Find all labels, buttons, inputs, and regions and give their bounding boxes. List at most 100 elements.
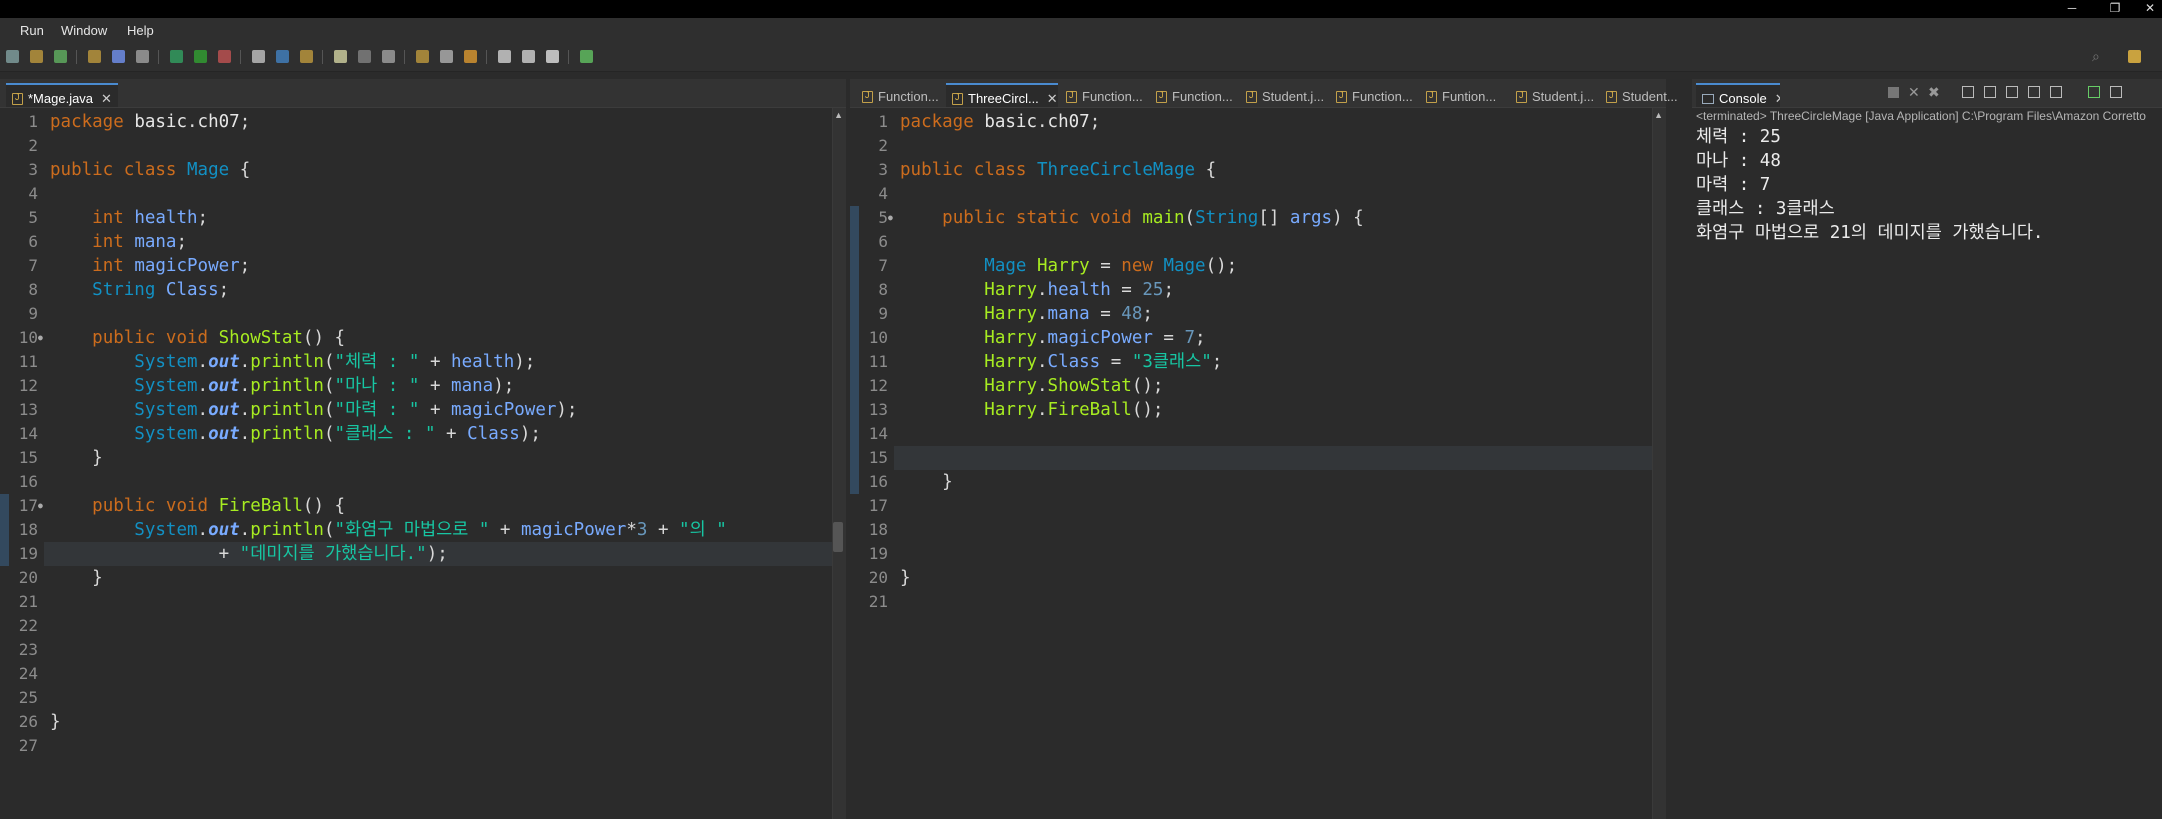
- code-line[interactable]: 2: [0, 134, 832, 158]
- search-icon[interactable]: ⌕: [2092, 48, 2100, 65]
- code-line[interactable]: 2: [850, 134, 1652, 158]
- code-line[interactable]: 3 public class ThreeCircleMage {: [850, 158, 1652, 182]
- code-line[interactable]: 12 Harry.ShowStat();: [850, 374, 1652, 398]
- code-line[interactable]: 22: [0, 614, 832, 638]
- toolbar-button-icon[interactable]: [88, 50, 101, 63]
- tab-console[interactable]: Console✕: [1696, 83, 1780, 107]
- code-line[interactable]: 14: [850, 422, 1652, 446]
- toolbar-button-icon[interactable]: [416, 50, 429, 63]
- minimize-icon[interactable]: ─: [2052, 0, 2092, 18]
- pin-console-icon[interactable]: [2006, 86, 2018, 98]
- toolbar-button-icon[interactable]: [440, 50, 453, 63]
- code-line[interactable]: 6: [850, 230, 1652, 254]
- code-line[interactable]: 3 public class Mage {: [0, 158, 832, 182]
- close-tab-icon[interactable]: ✕: [1047, 91, 1058, 106]
- menu-window[interactable]: Window: [61, 23, 107, 38]
- code-line[interactable]: 4: [850, 182, 1652, 206]
- middle-vertical-scrollbar[interactable]: ▲: [1652, 108, 1666, 819]
- code-line[interactable]: 9: [0, 302, 832, 326]
- toolbar-button-icon[interactable]: [300, 50, 313, 63]
- minimize-view-icon[interactable]: [2110, 86, 2122, 98]
- code-line[interactable]: 13 Harry.FireBall();: [850, 398, 1652, 422]
- menu-help[interactable]: Help: [127, 23, 154, 38]
- show-console-icon[interactable]: [2028, 86, 2040, 98]
- code-line[interactable]: 7 int magicPower;: [0, 254, 832, 278]
- code-line[interactable]: 24: [0, 662, 832, 686]
- code-line[interactable]: 8 Harry.health = 25;: [850, 278, 1652, 302]
- toolbar-button-icon[interactable]: [112, 50, 125, 63]
- toolbar-button-icon[interactable]: [30, 50, 43, 63]
- menu-run[interactable]: Run: [20, 23, 44, 38]
- code-line[interactable]: 23: [0, 638, 832, 662]
- editor-tab[interactable]: Function...: [856, 83, 944, 107]
- scroll-up-icon[interactable]: ▲: [1654, 110, 1663, 120]
- code-line[interactable]: 18: [850, 518, 1652, 542]
- code-line[interactable]: 12 System.out.println("마나 : " + mana);: [0, 374, 832, 398]
- code-line[interactable]: 20}: [850, 566, 1652, 590]
- left-vertical-scrollbar[interactable]: ▲: [832, 108, 846, 819]
- code-line[interactable]: 5 int health;: [0, 206, 832, 230]
- toolbar-button-icon[interactable]: [136, 50, 149, 63]
- fold-icon[interactable]: ●: [38, 494, 43, 518]
- editor-tab[interactable]: Function...: [1330, 83, 1418, 107]
- scroll-lock-icon[interactable]: [1962, 86, 1974, 98]
- code-line[interactable]: 6 int mana;: [0, 230, 832, 254]
- code-line[interactable]: 17: [850, 494, 1652, 518]
- code-line[interactable]: 9 Harry.mana = 48;: [850, 302, 1652, 326]
- toolbar-button-icon[interactable]: [252, 50, 265, 63]
- mage-code-editor[interactable]: 1 package basic.ch07; 2 3 public class Mage …: [0, 108, 832, 819]
- code-line[interactable]: 20 }: [0, 566, 832, 590]
- toolbar-button-icon[interactable]: [6, 50, 19, 63]
- editor-tab[interactable]: Funtion...: [1420, 83, 1508, 107]
- editor-tab[interactable]: ThreeCircl... ✕: [946, 83, 1058, 107]
- fold-icon[interactable]: ●: [888, 206, 893, 230]
- code-line[interactable]: 21: [0, 590, 832, 614]
- terminate-icon[interactable]: [1888, 87, 1899, 98]
- toolbar-button-icon[interactable]: [580, 50, 593, 63]
- toolbar-button-icon[interactable]: [54, 50, 67, 63]
- editor-tab[interactable]: Student...: [1600, 83, 1688, 107]
- code-line[interactable]: 26}: [0, 710, 832, 734]
- editor-tab[interactable]: Student.j...: [1240, 83, 1328, 107]
- toolbar-button-icon[interactable]: [358, 50, 371, 63]
- code-line[interactable]: 10 Harry.magicPower = 7;: [850, 326, 1652, 350]
- code-line[interactable]: ● 10 public void ShowStat() {: [0, 326, 832, 350]
- code-line[interactable]: 16: [0, 470, 832, 494]
- code-line[interactable]: 15 }: [0, 446, 832, 470]
- code-line[interactable]: 16 }: [850, 470, 1652, 494]
- toolbar-button-icon[interactable]: [276, 50, 289, 63]
- scroll-up-icon[interactable]: ▲: [834, 110, 843, 120]
- toolbar-button-icon[interactable]: [170, 50, 183, 63]
- code-line[interactable]: 11 System.out.println("체력 : " + health);: [0, 350, 832, 374]
- code-line[interactable]: 8 String Class;: [0, 278, 832, 302]
- code-line[interactable]: 15: [850, 446, 1652, 470]
- code-line[interactable]: 25: [0, 686, 832, 710]
- remove-all-icon[interactable]: ✖: [1928, 84, 1940, 101]
- remove-launch-icon[interactable]: ✕: [1908, 84, 1920, 101]
- toolbar-button-icon[interactable]: [194, 50, 207, 63]
- word-wrap-icon[interactable]: [1984, 86, 1996, 98]
- tab-mage-java[interactable]: *Mage.java✕: [6, 83, 118, 107]
- code-line[interactable]: 1 package basic.ch07;: [0, 110, 832, 134]
- code-line[interactable]: 27: [0, 734, 832, 758]
- editor-tab[interactable]: Student.j...: [1510, 83, 1598, 107]
- toolbar-button-icon[interactable]: [498, 50, 511, 63]
- toolbar-button-icon[interactable]: [546, 50, 559, 63]
- code-line[interactable]: 18 System.out.println("화염구 마법으로 " + magi…: [0, 518, 832, 542]
- fold-icon[interactable]: ●: [38, 326, 43, 350]
- toolbar-button-icon[interactable]: [382, 50, 395, 63]
- close-icon[interactable]: ✕: [2130, 0, 2162, 18]
- toolbar-button-icon[interactable]: [464, 50, 477, 63]
- pane-sash-handle[interactable]: [833, 522, 843, 552]
- close-tab-icon[interactable]: ✕: [101, 91, 112, 106]
- code-line[interactable]: ● 5 public static void main(String[] args…: [850, 206, 1652, 230]
- toolbar-button-icon[interactable]: [334, 50, 347, 63]
- code-line[interactable]: 11 Harry.Class = "3클래스";: [850, 350, 1652, 374]
- close-console-icon[interactable]: ✕: [1775, 91, 1780, 106]
- display-console-icon[interactable]: [2050, 86, 2062, 98]
- perspective-icon[interactable]: [2128, 50, 2141, 63]
- code-line[interactable]: 14 System.out.println("클래스 : " + Class);: [0, 422, 832, 446]
- open-console-icon[interactable]: [2088, 86, 2100, 98]
- editor-tab[interactable]: Function...: [1150, 83, 1238, 107]
- code-line[interactable]: 4: [0, 182, 832, 206]
